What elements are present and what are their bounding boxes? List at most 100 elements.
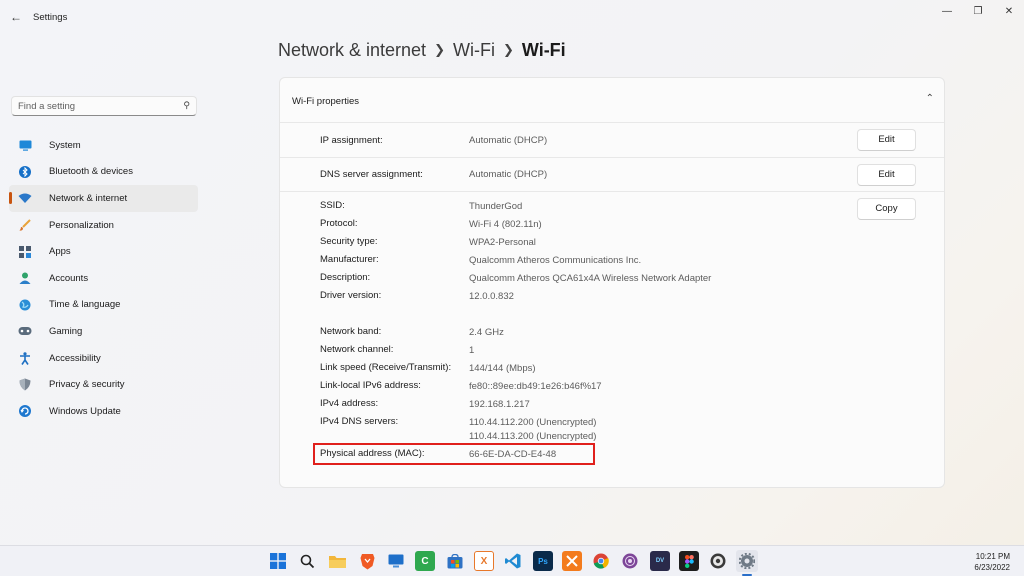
sidebar-item-label: Network & internet: [49, 192, 128, 204]
update-icon: [18, 404, 32, 418]
property-value: Wi-Fi 4 (802.11n): [469, 219, 542, 230]
property-label: Network channel:: [320, 344, 394, 355]
sidebar-item-privacy[interactable]: Privacy & security: [9, 371, 198, 398]
davinci-icon[interactable]: DV: [650, 551, 670, 571]
property-value: WPA2-Personal: [469, 237, 536, 248]
search-box[interactable]: ⚲: [11, 96, 197, 116]
ip-assignment-label: IP assignment:: [320, 135, 383, 146]
list-item: Protocol: Wi-Fi 4 (802.11n): [280, 218, 944, 232]
settings-icon[interactable]: [736, 550, 758, 572]
xampp-control-icon[interactable]: [562, 551, 582, 571]
property-label: Driver version:: [320, 290, 382, 301]
windows-start-icon[interactable]: [268, 551, 288, 571]
property-label: Protocol:: [320, 218, 358, 229]
list-item: Link speed (Receive/Transmit): 144/144 (…: [280, 362, 944, 376]
vscode-icon[interactable]: [503, 551, 523, 571]
sidebar-item-accessibility[interactable]: Accessibility: [9, 345, 198, 372]
tor-browser-icon[interactable]: [620, 551, 640, 571]
mac-address-highlight: [313, 443, 595, 465]
chevron-right-icon: ❯: [434, 42, 445, 57]
minimize-button[interactable]: —: [940, 5, 954, 19]
close-button[interactable]: ✕: [1002, 5, 1016, 19]
sidebar-item-system[interactable]: System: [9, 132, 198, 159]
wifi-properties-panel: Wi-Fi properties ⌃ IP assignment: Automa…: [279, 77, 945, 488]
file-explorer-icon[interactable]: [327, 551, 347, 571]
breadcrumb: Network & internet ❯ Wi-Fi ❯ Wi-Fi: [278, 40, 566, 61]
sidebar-item-gaming[interactable]: Gaming: [9, 318, 198, 345]
sidebar-item-network[interactable]: Network & internet: [9, 185, 198, 212]
chevron-up-icon[interactable]: ⌃: [926, 93, 934, 104]
list-item: Link-local IPv6 address: fe80::89ee:db49…: [280, 380, 944, 394]
property-label: IPv4 address:: [320, 398, 379, 409]
sidebar-item-label: Accounts: [49, 272, 89, 284]
clock-date: 6/23/2022: [974, 563, 1010, 572]
app-title: Settings: [33, 12, 68, 23]
breadcrumb-current: Wi-Fi: [521, 40, 566, 60]
ip-assignment-row: IP assignment: Automatic (DHCP) Edit: [280, 123, 944, 158]
dns-assignment-value: Automatic (DHCP): [469, 169, 548, 180]
shield-icon: [18, 378, 32, 392]
sidebar-item-label: Windows Update: [49, 405, 121, 417]
dns-edit-button[interactable]: Edit: [857, 164, 916, 186]
sidebar-item-label: Privacy & security: [49, 379, 125, 391]
taskbar: C X Ps DV 10:21 PM 6/23/2022: [0, 545, 1024, 576]
accessibility-icon: [18, 351, 32, 365]
sidebar-item-windows-update[interactable]: Windows Update: [9, 398, 198, 425]
property-value: 192.168.1.217: [469, 399, 530, 410]
property-value: 1: [469, 345, 475, 356]
breadcrumb-network[interactable]: Network & internet: [278, 40, 426, 60]
breadcrumb-wifi[interactable]: Wi-Fi: [453, 40, 495, 60]
search-input[interactable]: [18, 99, 178, 113]
sidebar-item-label: Time & language: [49, 299, 121, 311]
search-icon[interactable]: [297, 551, 317, 571]
maximize-button[interactable]: ❐: [971, 5, 985, 19]
photoshop-icon[interactable]: Ps: [533, 551, 553, 571]
property-value: 2.4 GHz: [469, 327, 504, 338]
list-item: Driver version: 12.0.0.832: [280, 290, 944, 304]
back-arrow-icon[interactable]: ←: [8, 9, 24, 25]
xampp-icon[interactable]: X: [474, 551, 494, 571]
ip-edit-button[interactable]: Edit: [857, 129, 916, 151]
sidebar-item-accounts[interactable]: Accounts: [9, 265, 198, 292]
panel-header[interactable]: Wi-Fi properties ⌃: [280, 78, 944, 123]
sidebar-nav: System Bluetooth & devices Network & int…: [9, 132, 198, 425]
system-clock[interactable]: 10:21 PM 6/23/2022: [974, 551, 1010, 573]
dns-assignment-label: DNS server assignment:: [320, 169, 423, 180]
property-value: Qualcomm Atheros QCA61x4A Wireless Netwo…: [469, 273, 712, 284]
sidebar-item-label: System: [49, 139, 81, 151]
list-item: IPv4 address: 192.168.1.217: [280, 398, 944, 412]
wifi-icon: [18, 191, 32, 205]
property-label: Manufacturer:: [320, 254, 379, 265]
sidebar-item-apps[interactable]: Apps: [9, 238, 198, 265]
title-bar: ← Settings — ❐ ✕: [0, 0, 1024, 34]
sidebar-item-personalization[interactable]: Personalization: [9, 212, 198, 239]
property-value: 110.44.112.200 (Unencrypted): [469, 417, 597, 428]
obs-icon[interactable]: [708, 551, 728, 571]
sidebar-item-bluetooth[interactable]: Bluetooth & devices: [9, 159, 198, 186]
sidebar-item-label: Apps: [49, 246, 71, 258]
brush-icon: [18, 218, 32, 232]
list-item: SSID: ThunderGod: [280, 200, 944, 214]
sidebar-item-label: Personalization: [49, 219, 114, 231]
monitor-icon: [18, 138, 32, 152]
list-item: Description: Qualcomm Atheros QCA61x4A W…: [280, 272, 944, 286]
store-icon[interactable]: [445, 551, 465, 571]
property-label: Description:: [320, 272, 371, 283]
sidebar-item-time-language[interactable]: Time & language: [9, 292, 198, 319]
search-icon[interactable]: ⚲: [183, 100, 190, 111]
property-label: SSID:: [320, 200, 345, 211]
property-value: 12.0.0.832: [469, 291, 514, 302]
person-icon: [18, 271, 32, 285]
remote-desktop-icon[interactable]: [386, 551, 406, 571]
figma-icon[interactable]: [679, 551, 699, 571]
property-value: fe80::89ee:db49:1e26:b46f%17: [469, 381, 602, 392]
camtasia-icon[interactable]: C: [415, 551, 435, 571]
brave-browser-icon[interactable]: [357, 551, 377, 571]
globe-icon: [18, 298, 32, 312]
sidebar-item-label: Accessibility: [49, 352, 101, 364]
gamepad-icon: [18, 324, 32, 338]
property-value: Qualcomm Atheros Communications Inc.: [469, 255, 642, 266]
list-item: IPv4 DNS servers: 110.44.112.200 (Unencr…: [280, 416, 944, 444]
chrome-icon[interactable]: [591, 551, 611, 571]
apps-icon: [18, 245, 32, 259]
